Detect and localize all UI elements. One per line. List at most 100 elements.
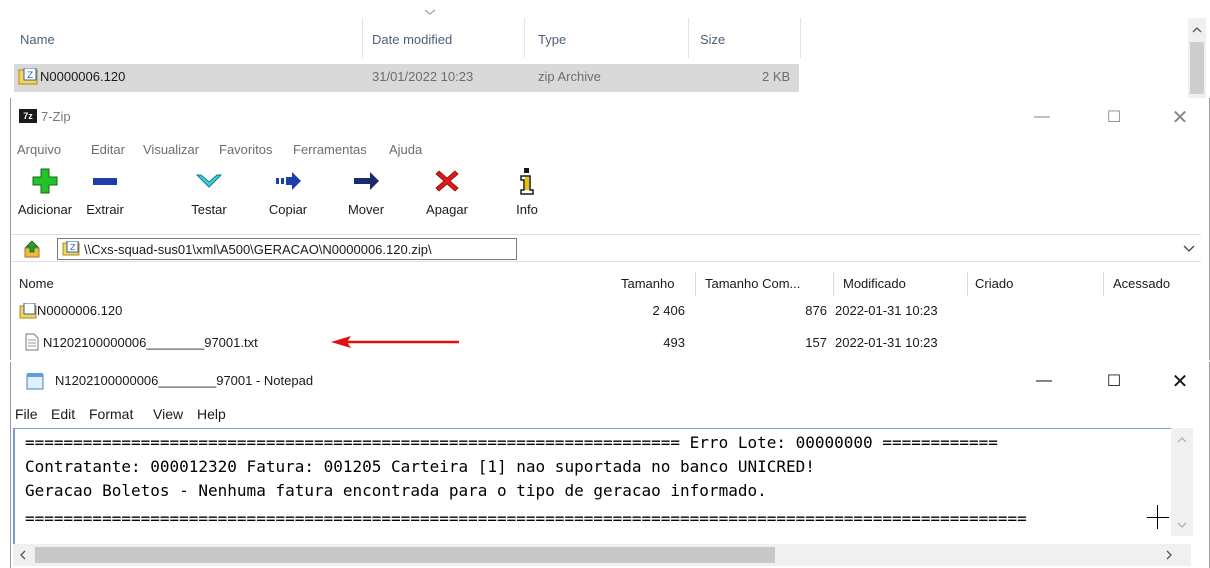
info-icon [512,164,542,198]
extract-label: Extrair [86,202,124,217]
file-explorer-list: Name Date modified Type Size Z N0000006.… [0,0,1210,98]
scroll-left-icon[interactable] [19,550,27,560]
minimize-button[interactable]: — [1019,102,1065,132]
plus-icon [30,164,60,198]
vertical-scrollbar[interactable] [1171,428,1193,536]
column-header-date[interactable]: Date modified [372,32,452,47]
path-text: \\Cxs-squad-sus01\xml\A500\GERACAO\N0000… [84,242,432,257]
scroll-up-icon[interactable] [1192,26,1202,33]
column-separator [800,18,801,58]
delete-button[interactable]: Apagar [417,164,477,230]
column-separator [967,272,968,296]
info-label: Info [516,202,538,217]
file-date: 31/01/2022 10:23 [372,69,474,84]
minimize-button[interactable]: — [1021,366,1067,396]
column-separator [1103,272,1104,296]
sevenzip-toolbar: Adicionar Extrair Testar Copiar Mover Ap… [11,164,1209,230]
column-separator [362,18,363,58]
menu-ferramentas[interactable]: Ferramentas [293,142,367,157]
scrollbar-thumb[interactable] [35,547,775,563]
header-modificado[interactable]: Modificado [843,276,906,291]
menu-editar[interactable]: Editar [91,142,125,157]
up-folder-icon[interactable] [23,240,43,258]
row-packed: 157 [805,335,827,350]
window-title: 7-Zip [41,109,71,124]
path-input[interactable]: Z \\Cxs-squad-sus01\xml\A500\GERACAO\N00… [57,238,517,260]
column-separator [695,272,696,296]
notepad-menubar: File Edit Format View Help [11,402,1209,426]
column-header-type[interactable]: Type [538,32,566,47]
row-name: N1202100000006________97001.txt [43,335,258,350]
scroll-down-icon[interactable] [1177,522,1187,529]
menu-arquivo[interactable]: Arquivo [17,142,61,157]
file-type: zip Archive [538,69,601,84]
header-acessado[interactable]: Acessado [1113,276,1170,291]
column-header-name[interactable]: Name [20,32,55,47]
test-button[interactable]: Testar [183,164,235,230]
close-button[interactable]: ✕ [1157,366,1203,396]
column-separator [833,272,834,296]
horizontal-scrollbar[interactable] [13,544,1191,566]
scroll-right-icon[interactable] [1165,550,1173,560]
notepad-title: N1202100000006________97001 - Notepad [55,373,314,388]
maximize-button[interactable]: ☐ [1091,366,1137,396]
menu-edit[interactable]: Edit [51,406,75,422]
delete-x-icon [432,164,462,198]
chevron-down-icon[interactable] [1183,245,1195,253]
move-label: Mover [347,202,385,217]
column-separator [524,18,525,58]
archive-column-headers: Nome Tamanho Tamanho Com... Modificado C… [11,270,1201,298]
header-criado[interactable]: Criado [975,276,1013,291]
test-label: Testar [191,202,227,217]
column-separator [688,18,689,58]
move-arrow-icon [351,164,381,198]
add-button[interactable]: Adicionar [11,164,79,230]
menu-file[interactable]: File [15,406,38,422]
menu-view[interactable]: View [153,406,183,422]
text-line: Contratante: 000012320 Fatura: 001205 Ca… [25,457,815,476]
header-tamanho[interactable]: Tamanho [621,276,674,291]
row-size: 2 406 [652,303,685,318]
extract-button[interactable]: Extrair [79,164,131,230]
notepad-icon [26,373,44,390]
scrollbar-thumb[interactable] [1190,42,1204,94]
menu-help[interactable]: Help [197,406,226,422]
sevenzip-menubar: Arquivo Editar Visualizar Favoritos Ferr… [11,136,1209,162]
sort-chevron-icon [424,9,436,15]
copy-button[interactable]: Copiar [261,164,315,230]
menu-ajuda[interactable]: Ajuda [389,142,422,157]
menu-format[interactable]: Format [89,406,133,422]
column-header-size[interactable]: Size [700,32,725,47]
minus-icon [90,164,120,198]
address-bar: Z \\Cxs-squad-sus01\xml\A500\GERACAO\N00… [11,234,1201,262]
info-button[interactable]: Info [505,164,549,230]
svg-text:Z: Z [27,71,33,81]
text-line: Geracao Boletos - Nenhuma fatura encontr… [25,481,767,500]
sevenzip-titlebar[interactable]: 7z 7-Zip — ☐ ✕ [11,98,1209,136]
header-tamanho-comprimido[interactable]: Tamanho Com... [705,276,800,291]
svg-text:Z: Z [70,243,76,252]
notepad-text-area[interactable]: ========================================… [13,428,1171,554]
close-button[interactable]: ✕ [1157,102,1203,132]
explorer-scrollbar[interactable] [1188,18,1206,98]
archive-row[interactable]: N0000006.120 2 406 876 2022-01-31 10:23 [11,300,1201,322]
row-size: 493 [663,335,685,350]
zip-file-icon: Z [18,68,38,85]
menu-favoritos[interactable]: Favoritos [219,142,272,157]
move-button[interactable]: Mover [337,164,395,230]
archive-row[interactable]: N1202100000006________97001.txt 493 157 … [11,332,1201,354]
text-file-icon [25,333,39,351]
delete-label: Apagar [426,202,468,217]
scroll-up-icon[interactable] [1177,436,1187,443]
mouse-crosshair [1147,517,1169,518]
test-check-icon [194,164,224,198]
row-packed: 876 [805,303,827,318]
row-modified: 2022-01-31 10:23 [835,335,938,350]
menu-visualizar[interactable]: Visualizar [143,142,199,157]
zip-archive-icon: Z [62,241,80,256]
maximize-button[interactable]: ☐ [1091,102,1137,132]
row-name: N0000006.120 [37,303,123,318]
text-line: ========================================… [25,509,1027,528]
header-nome[interactable]: Nome [19,276,54,291]
notepad-titlebar[interactable]: N1202100000006________97001 - Notepad — … [11,362,1209,400]
